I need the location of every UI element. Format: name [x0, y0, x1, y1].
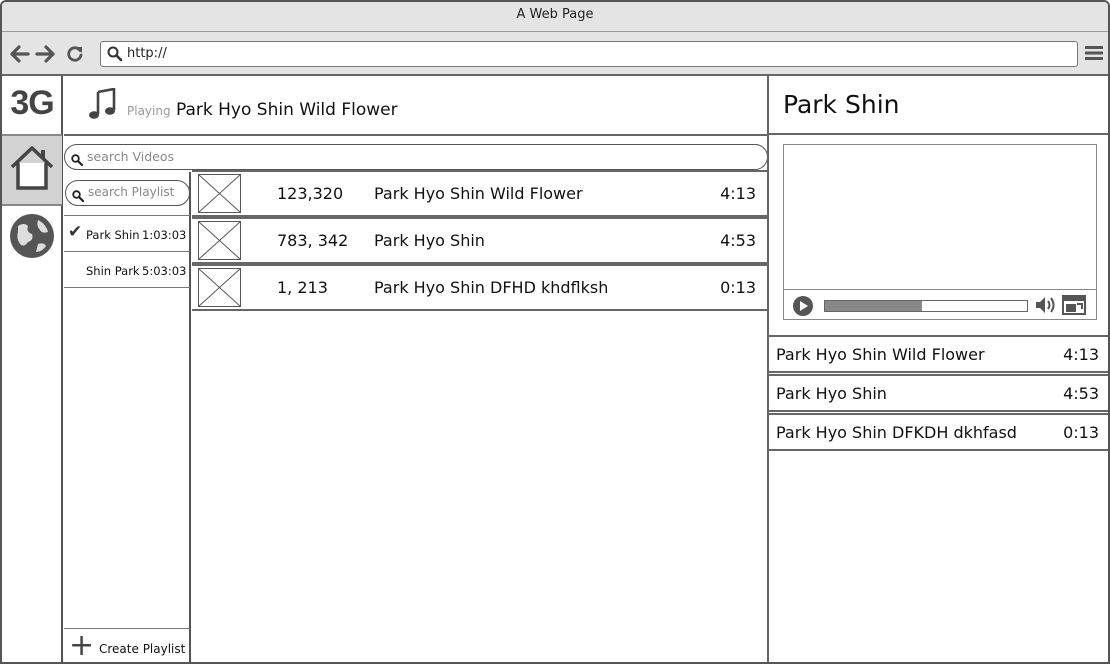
url-text: http://	[127, 46, 167, 61]
progress-bar[interactable]	[824, 300, 1028, 312]
video-player[interactable]	[783, 144, 1097, 320]
track-title: Park Hyo Shin DFKDH dkhfasd	[776, 423, 1016, 442]
browser-window: A Web Page http:// 3G Playing Park Hyo S…	[0, 0, 1110, 664]
video-duration: 4:53	[720, 231, 756, 250]
browser-toolbar: http://	[2, 32, 1108, 76]
progress-fill	[825, 301, 922, 311]
search-videos-placeholder: search Videos	[87, 149, 175, 164]
play-icon[interactable]	[792, 295, 814, 321]
track-title: Park Hyo Shin Wild Flower	[776, 345, 985, 364]
playlist-sidebar: search Playlist ✔ Park Shin 1:03:03 Shin…	[64, 172, 191, 663]
video-row[interactable]: 1, 213 Park Hyo Shin DFHD khdflksh 0:13	[192, 264, 768, 311]
video-duration: 4:13	[720, 184, 756, 203]
checkmark-icon: ✔	[68, 222, 83, 242]
video-row[interactable]: 783, 342 Park Hyo Shin 4:53	[192, 217, 768, 264]
volume-icon[interactable]	[1034, 295, 1056, 319]
playlist-duration: 5:03:03	[142, 264, 187, 278]
track-duration: 4:53	[1063, 384, 1099, 403]
video-thumbnail	[198, 221, 241, 260]
right-panel: Park Shin Park Hyo Shin Wild Flower 4:13…	[769, 76, 1108, 662]
playlist-name: Shin Park	[86, 264, 140, 278]
left-nav-bar: 3G	[2, 76, 63, 662]
create-playlist-label: Create Playlist	[99, 642, 186, 656]
arrow-left-icon[interactable]	[10, 44, 30, 64]
search-playlist-input[interactable]: search Playlist	[65, 180, 190, 206]
track-row[interactable]: Park Hyo Shin 4:53	[769, 374, 1108, 412]
reload-icon[interactable]	[65, 44, 85, 64]
video-views: 783, 342	[277, 231, 349, 250]
search-videos-input[interactable]: search Videos	[64, 144, 768, 170]
window-title: A Web Page	[2, 2, 1108, 32]
now-playing-bar: Playing Park Hyo Shin Wild Flower	[64, 76, 768, 136]
player-controls	[784, 289, 1096, 319]
now-playing-label: Playing	[127, 104, 171, 118]
track-row[interactable]: Park Hyo Shin DFKDH dkhfasd 0:13	[769, 413, 1108, 451]
playlist-item[interactable]: ✔ Park Shin 1:03:03	[64, 216, 190, 252]
now-playing-title: Park Hyo Shin Wild Flower	[176, 100, 398, 120]
home-icon	[8, 143, 56, 197]
nav-home[interactable]	[2, 134, 62, 206]
playlist-name: Park Shin	[86, 228, 140, 242]
search-icon	[107, 46, 123, 66]
video-thumbnail	[198, 174, 241, 213]
track-duration: 0:13	[1063, 423, 1099, 442]
video-row[interactable]: 123,320 Park Hyo Shin Wild Flower 4:13	[192, 170, 768, 217]
search-icon	[72, 187, 85, 206]
track-title: Park Hyo Shin	[776, 384, 887, 403]
track-row[interactable]: Park Hyo Shin Wild Flower 4:13	[769, 335, 1108, 373]
app-logo: 3G	[10, 84, 54, 122]
video-title: Park Hyo Shin DFHD khdflksh	[374, 278, 609, 297]
playlist-duration: 1:03:03	[142, 228, 187, 242]
playlist-item[interactable]: Shin Park 5:03:03	[64, 252, 190, 288]
video-duration: 0:13	[720, 278, 756, 297]
divider	[769, 133, 1108, 135]
create-playlist-button[interactable]: + Create Playlist	[64, 628, 190, 663]
track-duration: 4:13	[1063, 345, 1099, 364]
video-thumbnail	[198, 268, 241, 307]
hamburger-menu-icon[interactable]	[1085, 45, 1103, 63]
panel-title: Park Shin	[783, 90, 900, 119]
video-views: 1, 213	[277, 278, 328, 297]
globe-icon[interactable]	[8, 212, 56, 260]
search-playlist-placeholder: search Playlist	[88, 185, 175, 199]
fullscreen-icon[interactable]	[1062, 295, 1086, 319]
video-title: Park Hyo Shin	[374, 231, 485, 250]
music-note-icon	[88, 87, 118, 124]
video-title: Park Hyo Shin Wild Flower	[374, 184, 583, 203]
arrow-right-icon[interactable]	[35, 44, 55, 64]
search-icon	[71, 151, 84, 170]
plus-icon: +	[69, 628, 95, 663]
url-bar[interactable]: http://	[100, 41, 1078, 67]
video-views: 123,320	[277, 184, 344, 203]
